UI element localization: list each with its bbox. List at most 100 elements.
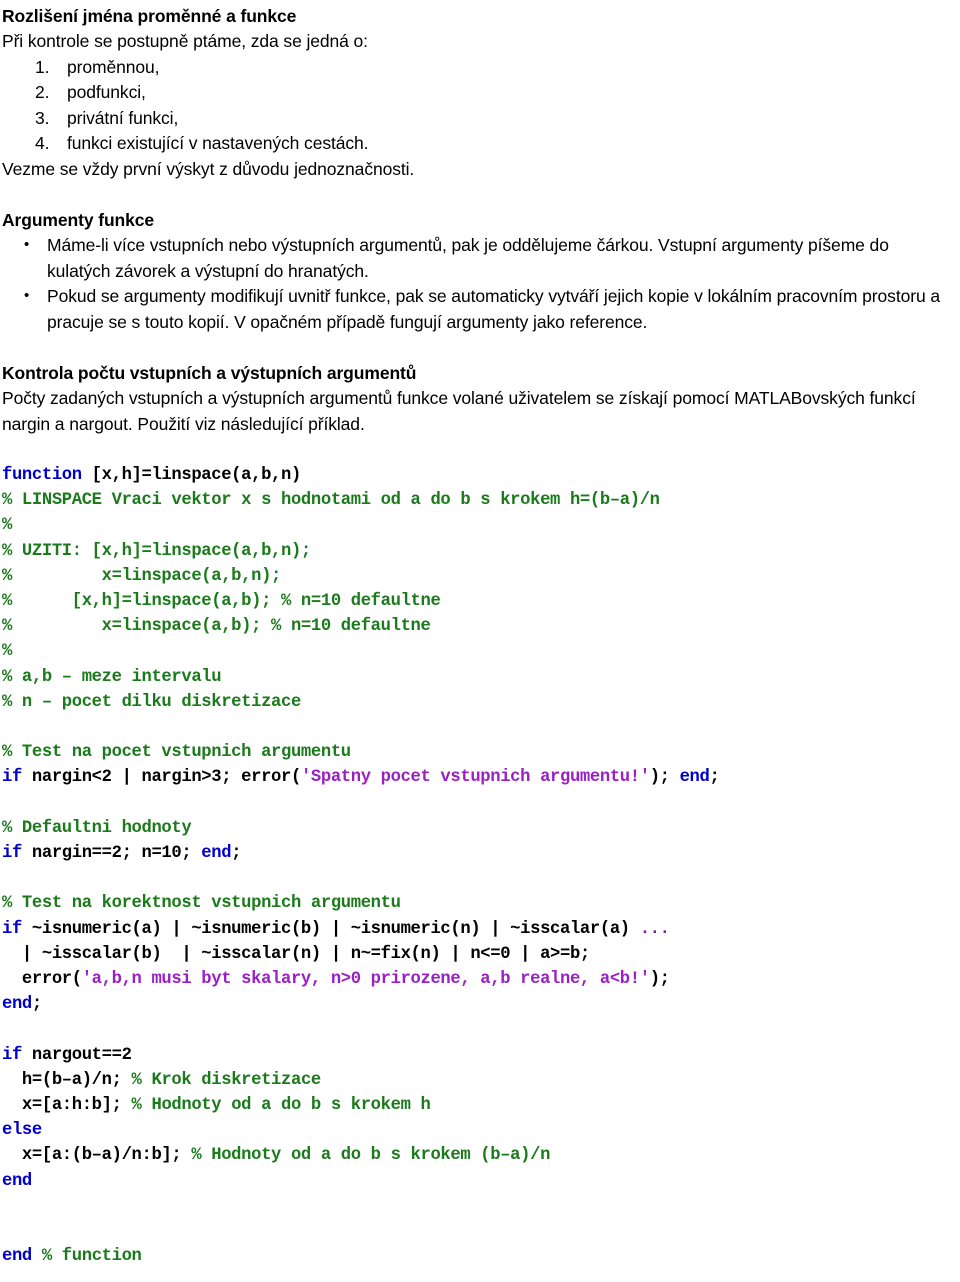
code-line: end: [2, 1169, 960, 1194]
code-line: %: [2, 639, 960, 664]
list-item-label: privátní funkci,: [67, 107, 179, 128]
code-token-plain: ;: [709, 768, 720, 788]
code-token-cmt: % x=linspace(a,b,n);: [2, 566, 281, 586]
code-line: else: [2, 1118, 960, 1143]
code-line: % Test na korektnost vstupnich argumentu: [2, 891, 960, 916]
list-item: • Máme-li více vstupních nebo výstupních…: [2, 233, 956, 284]
code-token-cmt: % UZITI: [x,h]=linspace(a,b,n);: [2, 541, 311, 561]
code-token-plain: nargout==2: [21, 1045, 132, 1065]
code-token-cmt: %: [2, 642, 12, 662]
code-line: if nargout==2: [2, 1043, 960, 1068]
code-token-kw: if: [2, 919, 22, 939]
code-token-kw: function: [2, 466, 82, 485]
code-token-cmt: % x=linspace(a,b); % n=10 defaultne: [2, 617, 431, 637]
code-token-ell: ...: [639, 919, 670, 939]
code-token-cmt: % Test na pocet vstupnich argumentu: [2, 743, 351, 763]
code-line: if nargin==2; n=10; end;: [2, 841, 960, 866]
code-line: function [x,h]=linspace(a,b,n): [2, 463, 960, 488]
code-token-cmt: % [x,h]=linspace(a,b); % n=10 defaultne: [2, 592, 441, 612]
list-item-number: 4.: [35, 133, 50, 153]
code-token-kw: else: [2, 1121, 42, 1141]
code-line: if ~isnumeric(a) | ~isnumeric(b) | ~isnu…: [2, 917, 960, 942]
code-token-plain: nargin<2 | nargin>3; error(: [21, 768, 301, 788]
list-item-label: proměnnou,: [67, 56, 160, 77]
code-line: % Defaultni hodnoty: [2, 816, 960, 841]
code-token-plain: ;: [231, 844, 242, 864]
code-line: %: [2, 513, 960, 538]
code-token-kw: end: [679, 768, 710, 788]
code-token-kw: end: [2, 1171, 32, 1191]
list-item: 4. funkci existující v nastavených cestá…: [2, 131, 956, 157]
list-item-label: podfunkci,: [67, 82, 146, 102]
list-item: 2. podfunkci,: [2, 80, 956, 106]
code-line: % UZITI: [x,h]=linspace(a,b,n);: [2, 539, 960, 564]
code-token-kw: if: [2, 768, 22, 788]
section-heading-rozliseni: Rozlišení jména proměnné a funkce: [2, 6, 297, 26]
code-token-plain: ;: [31, 995, 42, 1015]
document-page: Rozlišení jména proměnné a funkce Při ko…: [0, 0, 960, 1282]
list-item-number: 2.: [35, 82, 50, 102]
code-token-plain: );: [649, 970, 670, 990]
section-para-kontrola-poctu: Počty zadaných vstupních a výstupních ar…: [2, 388, 916, 434]
code-line: if nargin<2 | nargin>3; error('Spatny po…: [2, 765, 960, 790]
code-line: % x=linspace(a,b,n);: [2, 564, 960, 589]
code-token-kw: if: [2, 844, 22, 864]
section-heading-kontrola-poctu: Kontrola počtu vstupních a výstupních ar…: [2, 363, 417, 383]
code-line: % n – pocet dilku diskretizace: [2, 690, 960, 715]
code-line: h=(b–a)/n; % Krok diskretizace: [2, 1068, 960, 1093]
code-line: % LINSPACE Vraci vektor x s hodnotami od…: [2, 488, 960, 513]
section-heading-argumenty: Argumenty funkce: [2, 210, 155, 230]
numbered-list-kontrola: 1. proměnnou, 2. podfunkci, 3. privátní …: [2, 55, 956, 157]
code-line: end % function: [2, 1244, 960, 1269]
bullet-icon: •: [24, 236, 30, 253]
code-token-cmt: % Hodnoty od a do b s krokem h: [131, 1096, 431, 1116]
code-token-plain: x=[a:(b–a)/n:b];: [2, 1146, 192, 1166]
list-item-number: 3.: [35, 107, 50, 128]
code-line: x=[a:h:b]; % Hodnoty od a do b s krokem …: [2, 1093, 960, 1118]
code-token-cmt: % Defaultni hodnoty: [2, 818, 192, 838]
code-token-plain: nargin==2; n=10;: [21, 844, 202, 864]
list-item: 3. privátní funkci,: [2, 106, 956, 132]
code-line: % x=linspace(a,b); % n=10 defaultne: [2, 614, 960, 639]
prose-region: Rozlišení jména proměnné a funkce Při ko…: [0, 0, 960, 463]
code-token-cmt: % Hodnoty od a do b s krokem (b–a)/n: [191, 1146, 551, 1166]
code-token-kw: if: [2, 1045, 22, 1065]
bullet-icon: •: [24, 287, 30, 304]
list-item: 1. proměnnou,: [2, 55, 956, 81]
list-item-label: Pokud se argumenty modifikují uvnitř fun…: [47, 286, 940, 332]
list-item: • Pokud se argumenty modifikují uvnitř f…: [2, 284, 956, 335]
code-token-plain: [x,h]=linspace(a,b,n): [81, 466, 302, 485]
section-closing-rozliseni: Vezme se vždy první výskyt z důvodu jedn…: [2, 158, 415, 179]
code-token-plain: ~isnumeric(a) | ~isnumeric(b) | ~isnumer…: [21, 919, 640, 939]
code-token-cmt: % Krok diskretizace: [131, 1070, 322, 1090]
code-line: error('a,b,n musi byt skalary, n>0 priro…: [2, 967, 960, 992]
matlab-code-listing: function [x,h]=linspace(a,b,n) % LINSPACE…: [0, 463, 960, 1270]
code-token-kw: end: [201, 844, 232, 864]
code-token-cmt: % n – pocet dilku diskretizace: [2, 692, 301, 712]
code-token-str: 'a,b,n musi byt skalary, n>0 prirozene, …: [81, 970, 650, 990]
code-line: x=[a:(b–a)/n:b]; % Hodnoty od a do b s k…: [2, 1143, 960, 1168]
code-token-kw: end: [2, 1247, 32, 1267]
code-token-plain: error(: [2, 970, 82, 990]
code-token-plain: x=[a:h:b];: [2, 1096, 132, 1116]
list-item-number: 1.: [35, 56, 50, 77]
list-item-label: Máme-li více vstupních nebo výstupních a…: [47, 235, 889, 281]
code-token-plain: h=(b–a)/n;: [2, 1070, 132, 1090]
code-token-plain: );: [649, 768, 680, 788]
code-line: end;: [2, 992, 960, 1017]
code-token-cmt: % Test na korektnost vstupnich argumentu: [2, 894, 401, 914]
code-token-cmt: % function: [41, 1247, 142, 1267]
code-token-kw: end: [2, 995, 32, 1015]
bullet-list-argumenty: • Máme-li více vstupních nebo výstupních…: [2, 233, 956, 335]
code-token-cmt: %: [2, 516, 12, 536]
code-line: % [x,h]=linspace(a,b); % n=10 defaultne: [2, 589, 960, 614]
code-token-plain: | ~isscalar(b) | ~isscalar(n) | n~=fix(n…: [2, 944, 590, 964]
code-line: | ~isscalar(b) | ~isscalar(n) | n~=fix(n…: [2, 942, 960, 967]
